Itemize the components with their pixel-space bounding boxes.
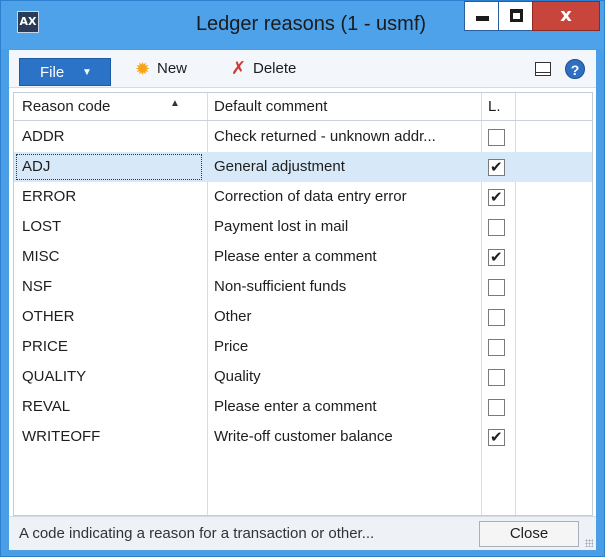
file-menu-label: File xyxy=(40,64,65,81)
l-checkbox[interactable] xyxy=(488,248,505,266)
default-comment-cell[interactable]: Please enter a comment xyxy=(214,398,484,415)
default-comment-cell[interactable]: Please enter a comment xyxy=(214,248,484,265)
table-row[interactable]: MISC Please enter a comment xyxy=(14,242,592,272)
reasons-grid: Reason code ▲ Default comment L. ADDR Che… xyxy=(13,92,593,516)
l-checkbox[interactable] xyxy=(488,309,505,326)
form-body: File ▼ ✹ New ✗ Delete ? Reason code ▲ De… xyxy=(9,50,596,550)
new-icon: ✹ xyxy=(135,59,151,79)
new-button-label: New xyxy=(157,60,188,77)
l-checkbox[interactable] xyxy=(488,428,505,446)
new-button[interactable]: ✹ New xyxy=(135,59,209,81)
column-header-reason-code[interactable]: Reason code xyxy=(22,98,110,115)
l-checkbox[interactable] xyxy=(488,279,505,296)
reason-code-cell[interactable]: QUALITY xyxy=(22,368,202,385)
minimize-icon xyxy=(476,16,489,21)
table-row[interactable]: QUALITY Quality xyxy=(14,362,592,392)
l-checkbox[interactable] xyxy=(488,219,505,236)
table-row[interactable]: LOST Payment lost in mail xyxy=(14,212,592,242)
l-checkbox[interactable] xyxy=(488,188,505,206)
delete-icon: ✗ xyxy=(231,58,247,79)
file-menu-button[interactable]: File ▼ xyxy=(19,58,111,86)
close-icon: x xyxy=(560,5,572,26)
l-checkbox[interactable] xyxy=(488,129,505,146)
default-comment-cell[interactable]: Write-off customer balance xyxy=(214,428,484,445)
window-title: Ledger reasons (1 - usmf) xyxy=(195,13,427,35)
status-bar: A code indicating a reason for a transac… xyxy=(9,516,596,550)
close-window-button[interactable]: x xyxy=(532,1,600,31)
title-bar[interactable]: AX Ledger reasons (1 - usmf) x xyxy=(1,1,604,49)
ledger-reasons-window: AX Ledger reasons (1 - usmf) x File ▼ ✹ … xyxy=(0,0,605,557)
table-row[interactable]: NSF Non-sufficient funds xyxy=(14,272,592,302)
app-icon[interactable]: AX xyxy=(17,11,39,33)
close-button[interactable]: Close xyxy=(479,521,579,547)
default-comment-cell[interactable]: Quality xyxy=(214,368,484,385)
reason-code-cell[interactable]: ERROR xyxy=(22,188,202,205)
table-row[interactable]: ADJ General adjustment xyxy=(14,152,592,182)
focus-rectangle xyxy=(16,154,202,180)
resize-grip-icon[interactable] xyxy=(585,539,593,547)
reason-code-cell[interactable]: ADDR xyxy=(22,128,202,145)
reason-code-cell[interactable]: PRICE xyxy=(22,338,202,355)
maximize-button[interactable] xyxy=(498,1,533,31)
table-row[interactable]: WRITEOFF Write-off customer balance xyxy=(14,422,592,452)
column-header-default-comment[interactable]: Default comment xyxy=(214,98,327,115)
default-comment-cell[interactable]: Other xyxy=(214,308,484,325)
delete-button-label: Delete xyxy=(253,60,297,77)
help-icon[interactable]: ? xyxy=(565,59,585,79)
l-checkbox[interactable] xyxy=(488,339,505,356)
table-row[interactable]: ERROR Correction of data entry error xyxy=(14,182,592,212)
grid-header: Reason code ▲ Default comment L. xyxy=(14,93,592,121)
minimize-button[interactable] xyxy=(464,1,499,31)
reason-code-cell[interactable]: REVAL xyxy=(22,398,202,415)
default-comment-cell[interactable]: Non-sufficient funds xyxy=(214,278,484,295)
l-checkbox[interactable] xyxy=(488,369,505,386)
action-toolbar: File ▼ ✹ New ✗ Delete ? xyxy=(9,50,596,88)
default-comment-cell[interactable]: Payment lost in mail xyxy=(214,218,484,235)
default-comment-cell[interactable]: Correction of data entry error xyxy=(214,188,484,205)
default-comment-cell[interactable]: General adjustment xyxy=(214,158,484,175)
reason-code-cell[interactable]: OTHER xyxy=(22,308,202,325)
table-row[interactable]: REVAL Please enter a comment xyxy=(14,392,592,422)
sort-ascending-icon: ▲ xyxy=(170,98,180,109)
delete-button[interactable]: ✗ Delete xyxy=(231,59,317,81)
l-checkbox[interactable] xyxy=(488,158,505,176)
maximize-icon xyxy=(510,9,523,22)
table-row[interactable]: PRICE Price xyxy=(14,332,592,362)
table-row[interactable]: OTHER Other xyxy=(14,302,592,332)
l-checkbox[interactable] xyxy=(488,399,505,416)
reason-code-cell[interactable]: MISC xyxy=(22,248,202,265)
factbox-toggle-icon[interactable] xyxy=(535,62,551,76)
default-comment-cell[interactable]: Check returned - unknown addr... xyxy=(214,128,484,145)
reason-code-cell[interactable]: NSF xyxy=(22,278,202,295)
table-row[interactable]: ADDR Check returned - unknown addr... xyxy=(14,122,592,152)
reason-code-cell[interactable]: LOST xyxy=(22,218,202,235)
default-comment-cell[interactable]: Price xyxy=(214,338,484,355)
column-header-l[interactable]: L. xyxy=(488,98,501,115)
chevron-down-icon: ▼ xyxy=(82,67,92,78)
reason-code-cell[interactable]: WRITEOFF xyxy=(22,428,202,445)
field-help-text: A code indicating a reason for a transac… xyxy=(19,525,375,542)
